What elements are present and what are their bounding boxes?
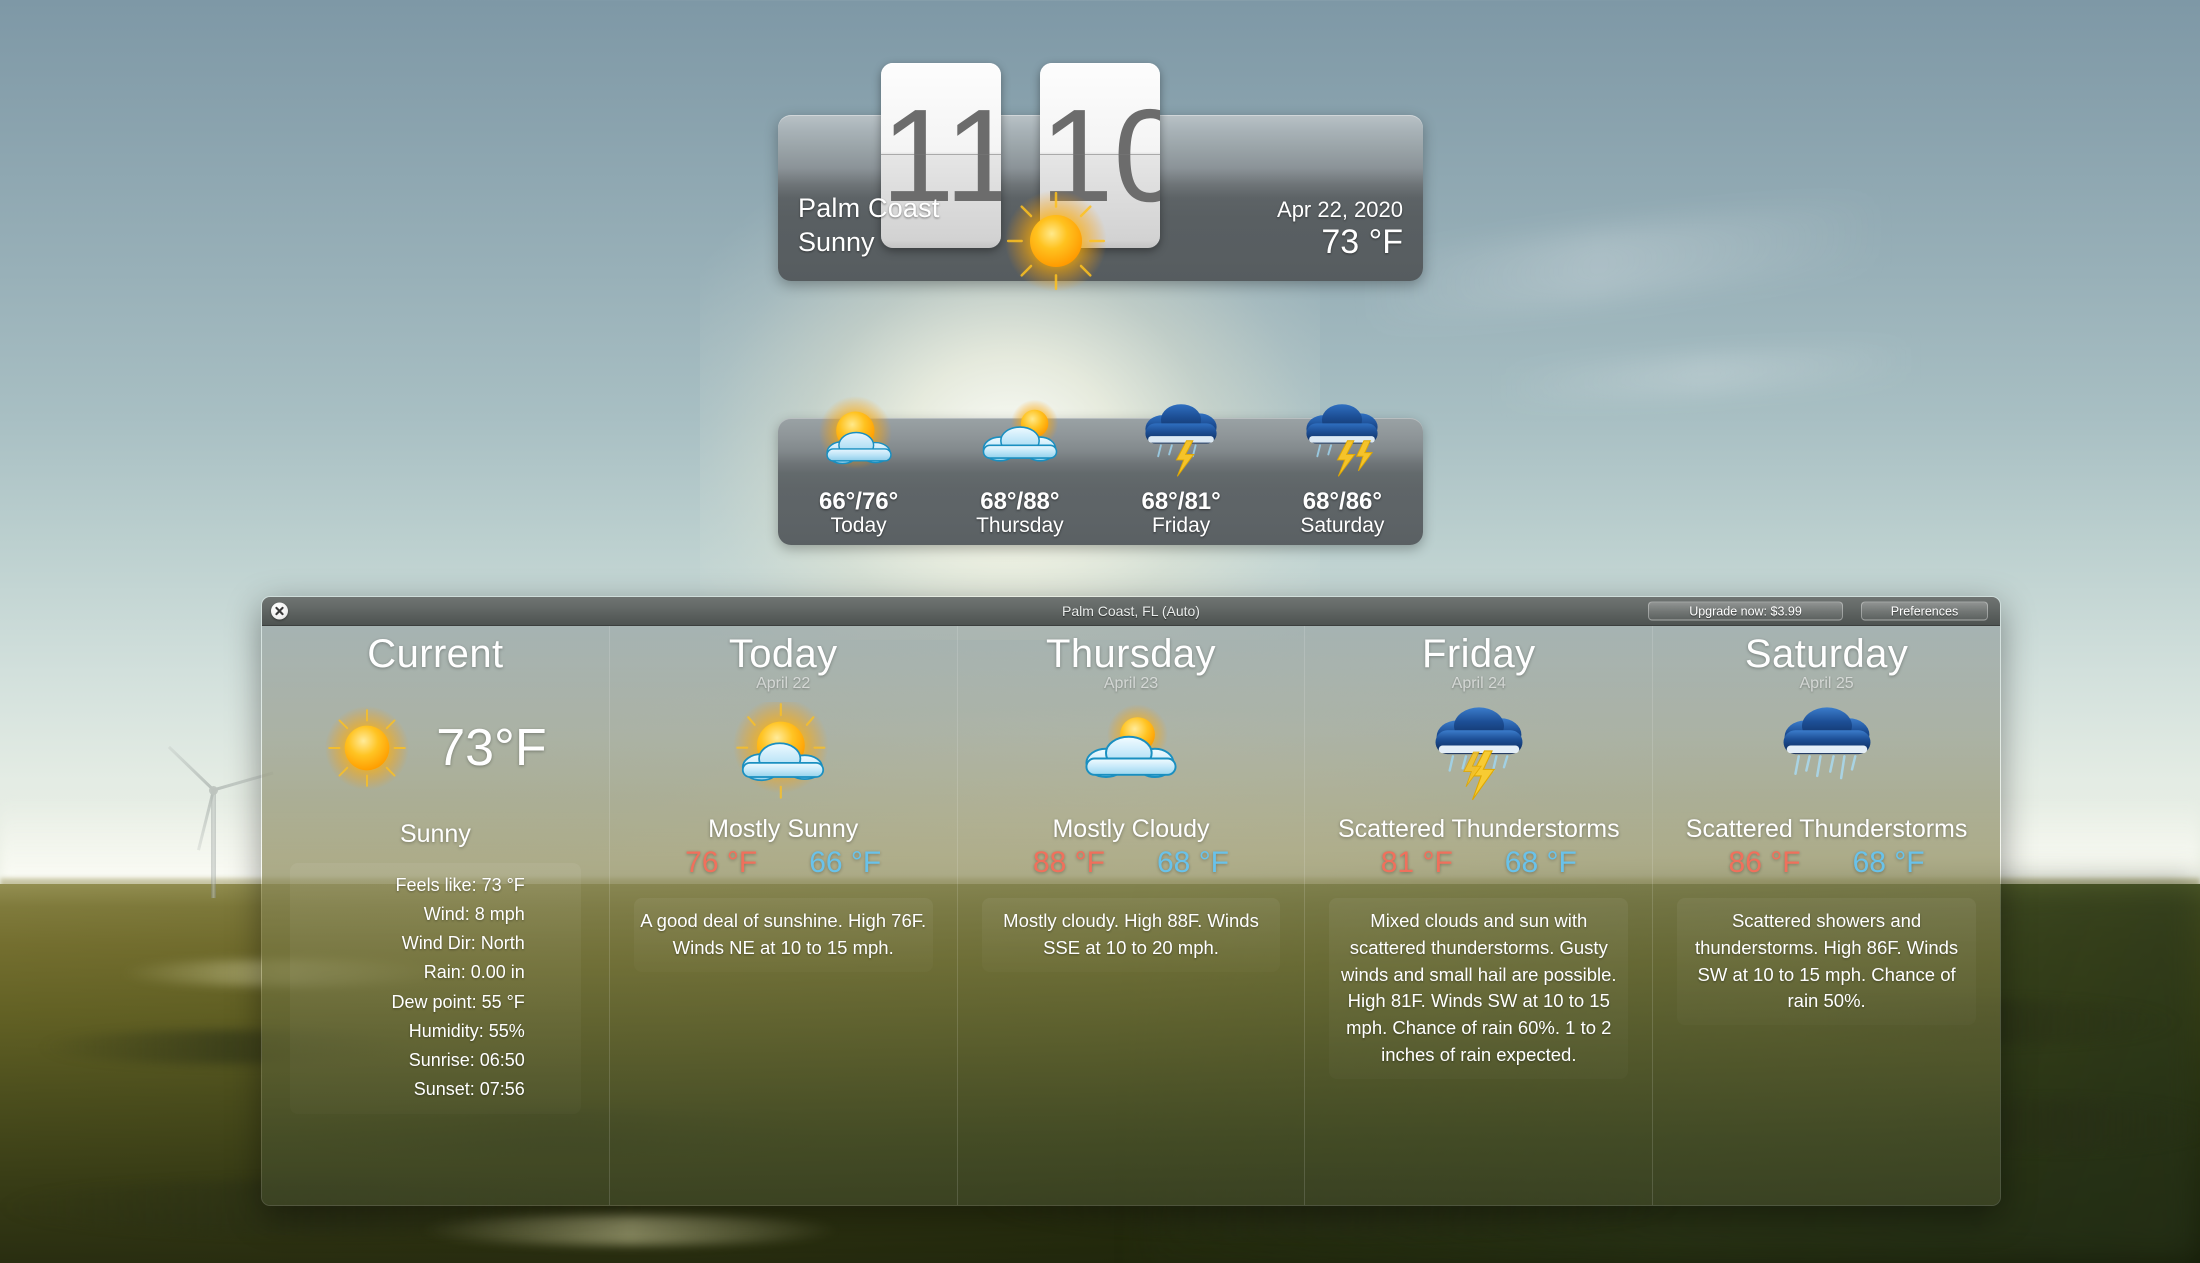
detail-wind: Wind: 8 mph	[423, 904, 525, 925]
detail-dew-point: Dew point: 55 °F	[391, 991, 525, 1012]
forecast-columns-container: Current 73°F Sunny Feels like: 73 °F Win…	[262, 626, 2000, 1205]
forecast-strip-cell[interactable]: 66°/76° Today	[778, 396, 939, 545]
forecast-strip-day: Today	[830, 514, 887, 537]
column-thursday[interactable]: Thursday April 23 Mostly Cloudy 88 °F 68…	[958, 626, 1306, 1205]
day-date: April 25	[1799, 675, 1854, 692]
detail-rain: Rain: 0.00 in	[423, 962, 525, 983]
thunderstorm-icon	[1435, 707, 1523, 801]
forecast-strip-temps: 68°/86°	[1302, 488, 1382, 515]
column-saturday[interactable]: Saturday April 25 Scattered Thunderstorm…	[1653, 626, 2000, 1205]
forecast-strip-day: Thursday	[976, 514, 1064, 537]
forecast-strip-day: Friday	[1151, 514, 1211, 537]
detail-sunrise: Sunrise: 06:50	[408, 1049, 525, 1070]
day-description: A good deal of sunshine. High 76F. Winds…	[633, 898, 933, 972]
day-date: April 23	[1103, 675, 1159, 692]
day-description: Mostly cloudy. High 88F. Winds SSE at 10…	[981, 898, 1281, 972]
clock-city-label: Palm Coast	[798, 193, 940, 223]
day-low-temp: 68 °F	[1504, 846, 1577, 879]
detail-wind-dir: Wind Dir: North	[401, 933, 525, 954]
thunderstorm-icon	[1145, 404, 1217, 477]
rain-thunderstorm-icon	[1783, 707, 1871, 780]
day-title: Saturday	[1744, 632, 1909, 676]
detail-humidity: Humidity: 55%	[408, 1020, 525, 1041]
current-title: Current	[367, 632, 504, 676]
forecast-strip-cell[interactable]: 68°/86° Saturday	[1262, 404, 1423, 545]
day-high-temp: 86 °F	[1728, 846, 1801, 879]
preferences-button[interactable]: Preferences	[1861, 601, 1988, 621]
detail-sunset: Sunset: 07:56	[413, 1079, 525, 1100]
day-description: Mixed clouds and sun with scattered thun…	[1329, 898, 1629, 1079]
close-glyph	[275, 606, 284, 616]
desktop-forecast-strip-widget[interactable]: 66°/76° Today 68°/88° Thursday 68°/81° F…	[778, 396, 1423, 545]
column-current[interactable]: Current 73°F Sunny Feels like: 73 °F Win…	[262, 626, 610, 1205]
forecast-strip-day: Saturday	[1300, 514, 1385, 537]
forecast-strip-temps: 68°/81°	[1141, 488, 1221, 515]
day-condition: Scattered Thunderstorms	[1685, 815, 1968, 843]
day-low-temp: 66 °F	[809, 846, 882, 879]
sun-icon	[1005, 190, 1107, 292]
column-friday[interactable]: Friday April 24 Scattered Thunderstorms …	[1305, 626, 1654, 1205]
grass-highlight	[420, 1215, 840, 1245]
day-title: Friday	[1422, 632, 1536, 676]
day-date: April 22	[756, 675, 811, 692]
day-high-temp: 88 °F	[1032, 846, 1105, 879]
sun-behind-cloud-icon	[818, 396, 892, 470]
forecast-strip-cell[interactable]: 68°/81° Friday	[1101, 404, 1262, 545]
desktop-clock-widget[interactable]: 11 10 Palm Coast Sunny Apr 22, 2020 73 °…	[778, 63, 1423, 292]
column-today[interactable]: Today April 22 Mostly Sunny 76 °F 66 °F …	[610, 626, 958, 1205]
sun-icon	[325, 705, 410, 791]
day-low-temp: 68 °F	[1156, 846, 1230, 879]
clock-date-label: Apr 22, 2020	[1277, 197, 1403, 222]
cloudy-icon	[1085, 704, 1177, 778]
detail-feels-like: Feels like: 73 °F	[395, 875, 525, 895]
window-titlebar[interactable]: Palm Coast, FL (Auto) Upgrade now: $3.99…	[262, 597, 2000, 626]
thunderstorm-icon	[1306, 404, 1378, 477]
current-temperature: 73°F	[436, 719, 547, 777]
sun-behind-cloud-icon	[733, 702, 829, 799]
day-title: Thursday	[1046, 632, 1216, 676]
day-low-temp: 68 °F	[1852, 846, 1925, 879]
current-condition: Sunny	[399, 820, 471, 848]
upgrade-button[interactable]: Upgrade now: $3.99	[1648, 601, 1843, 621]
day-description: Scattered showers and thunderstorms. Hig…	[1677, 898, 1976, 1026]
forecast-strip-temps: 66°/76°	[818, 488, 899, 515]
day-condition: Mostly Sunny	[708, 815, 859, 843]
forecast-strip-temps: 68°/88°	[980, 488, 1060, 515]
day-condition: Scattered Thunderstorms	[1337, 815, 1620, 843]
clock-temperature-label: 73 °F	[1321, 223, 1403, 261]
close-icon[interactable]	[271, 602, 288, 620]
wind-turbine-icon	[148, 745, 278, 898]
weather-app-window[interactable]: Palm Coast, FL (Auto) Upgrade now: $3.99…	[261, 596, 2001, 1206]
cloudy-icon	[982, 399, 1059, 462]
day-high-temp: 76 °F	[685, 846, 758, 879]
day-high-temp: 81 °F	[1380, 846, 1453, 879]
forecast-strip-cell[interactable]: 68°/88° Thursday	[939, 399, 1100, 545]
day-condition: Mostly Cloudy	[1052, 815, 1210, 843]
clock-condition-label: Sunny	[798, 227, 875, 257]
current-details-panel: Feels like: 73 °F Wind: 8 mph Wind Dir: …	[290, 863, 581, 1115]
day-date: April 24	[1451, 675, 1506, 692]
day-title: Today	[728, 632, 838, 676]
